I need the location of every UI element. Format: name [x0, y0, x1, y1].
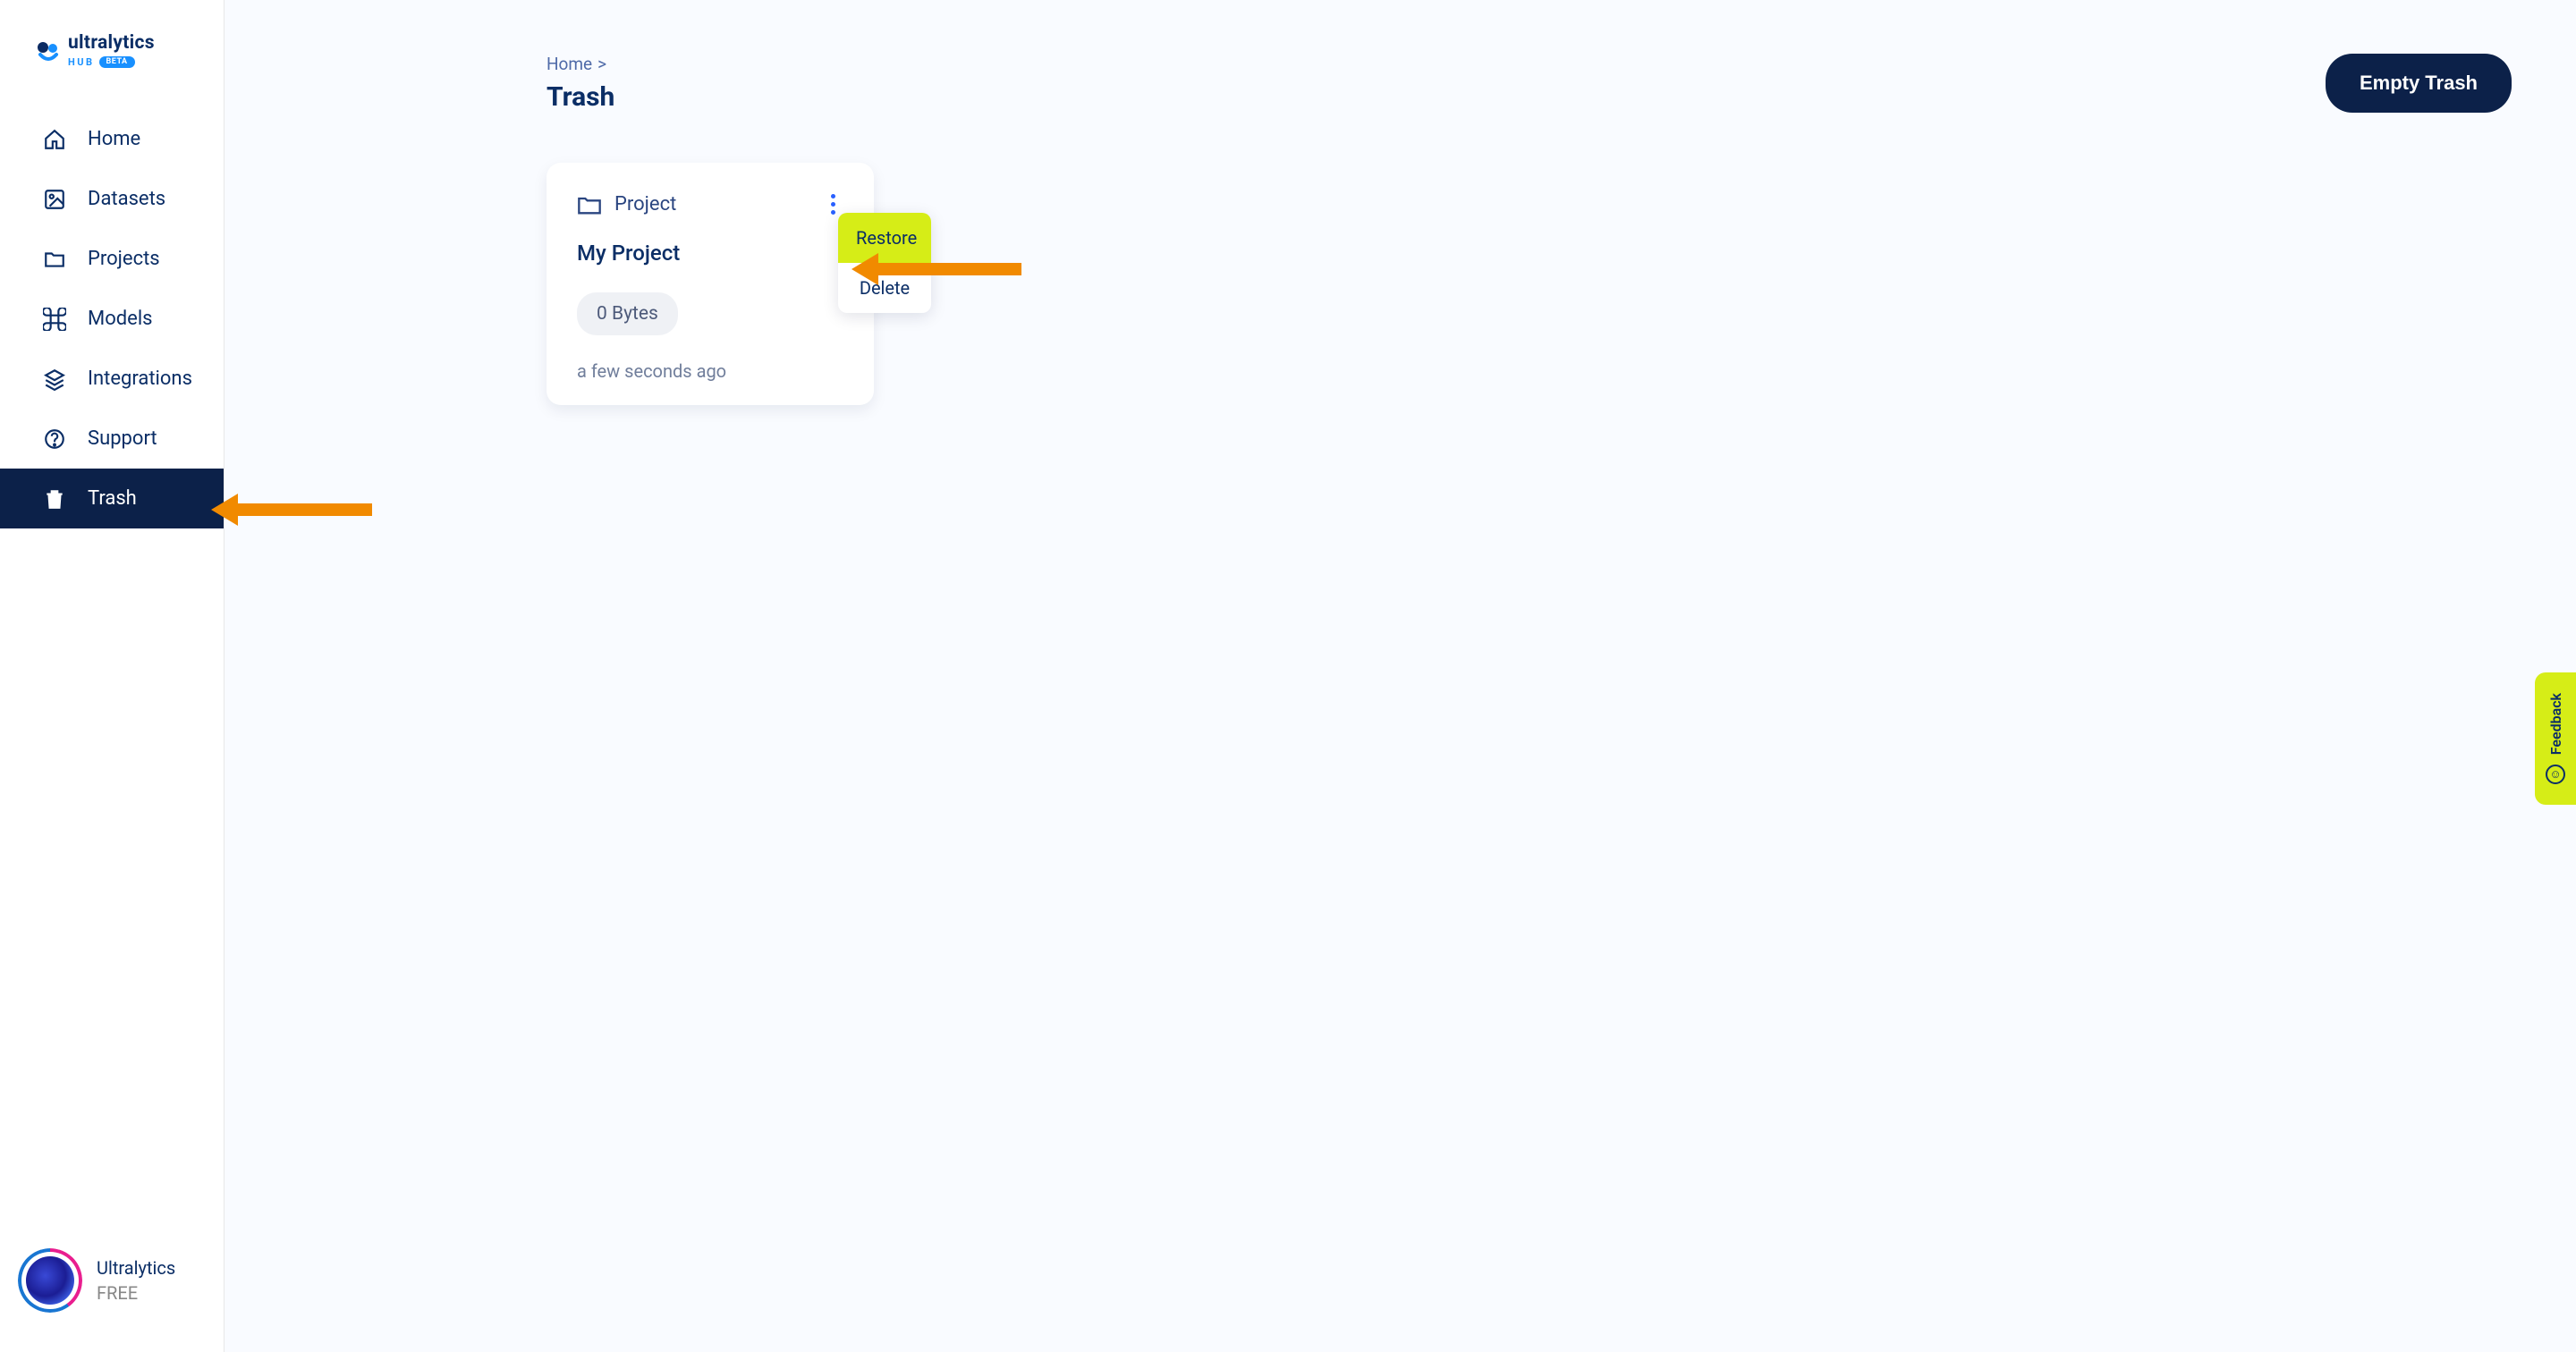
sidebar-item-support[interactable]: Support	[0, 409, 224, 469]
card-size-badge: 0 Bytes	[577, 292, 678, 335]
sidebar: ultralytics HUB BETA Home Datasets Proje…	[0, 0, 225, 1352]
sidebar-item-label: Datasets	[88, 188, 165, 210]
card-time: a few seconds ago	[577, 360, 843, 382]
trash-card[interactable]: Project My Project 0 Bytes a few seconds…	[547, 163, 874, 405]
sidebar-item-datasets[interactable]: Datasets	[0, 169, 224, 229]
folder-icon	[43, 248, 66, 271]
folder-icon	[577, 194, 602, 215]
sidebar-item-integrations[interactable]: Integrations	[0, 349, 224, 409]
breadcrumb: Home >	[547, 54, 614, 74]
sidebar-item-label: Home	[88, 128, 140, 150]
card-type: Project	[577, 193, 676, 215]
logo-mark-icon	[36, 38, 61, 63]
sidebar-item-label: Models	[88, 308, 153, 330]
card-type-label: Project	[614, 193, 676, 215]
page-title: Trash	[547, 81, 614, 113]
sidebar-item-home[interactable]: Home	[0, 109, 224, 169]
layers-icon	[43, 368, 66, 391]
user-plan: FREE	[97, 1282, 175, 1304]
more-icon[interactable]	[822, 194, 843, 215]
topbar: Home > Trash Empty Trash	[225, 0, 2576, 113]
sidebar-item-label: Integrations	[88, 368, 192, 390]
sidebar-item-trash[interactable]: Trash	[0, 469, 224, 528]
logo-text: ultralytics	[68, 34, 155, 53]
empty-trash-button[interactable]: Empty Trash	[2326, 54, 2512, 113]
home-icon	[43, 128, 66, 151]
user-name: Ultralytics	[97, 1257, 175, 1279]
annotation-arrow-restore	[852, 253, 1021, 285]
logo-hub-label: HUB	[68, 57, 95, 67]
command-icon	[43, 308, 66, 331]
breadcrumb-home[interactable]: Home	[547, 54, 592, 74]
annotation-arrow-trash	[211, 494, 372, 526]
avatar[interactable]	[18, 1248, 82, 1313]
feedback-button[interactable]: Feedback ☺	[2535, 672, 2576, 805]
smile-icon: ☺	[2546, 765, 2565, 784]
content: Project My Project 0 Bytes a few seconds…	[225, 113, 2576, 405]
sidebar-item-label: Trash	[88, 487, 137, 510]
breadcrumb-sep: >	[597, 54, 606, 74]
sidebar-item-models[interactable]: Models	[0, 289, 224, 349]
sidebar-item-label: Support	[88, 427, 157, 450]
feedback-label: Feedback	[2547, 693, 2564, 755]
sidebar-footer: Ultralytics FREE	[0, 1221, 224, 1352]
help-icon	[43, 427, 66, 451]
logo[interactable]: ultralytics HUB BETA	[0, 0, 224, 93]
sidebar-item-projects[interactable]: Projects	[0, 229, 224, 289]
sidebar-item-label: Projects	[88, 248, 160, 270]
main: Home > Trash Empty Trash Project My Proj…	[225, 0, 2576, 1352]
card-title: My Project	[577, 241, 843, 266]
trash-icon	[43, 487, 66, 511]
image-icon	[43, 188, 66, 211]
nav-list: Home Datasets Projects Models Integratio…	[0, 109, 224, 528]
beta-badge: BETA	[99, 56, 135, 68]
